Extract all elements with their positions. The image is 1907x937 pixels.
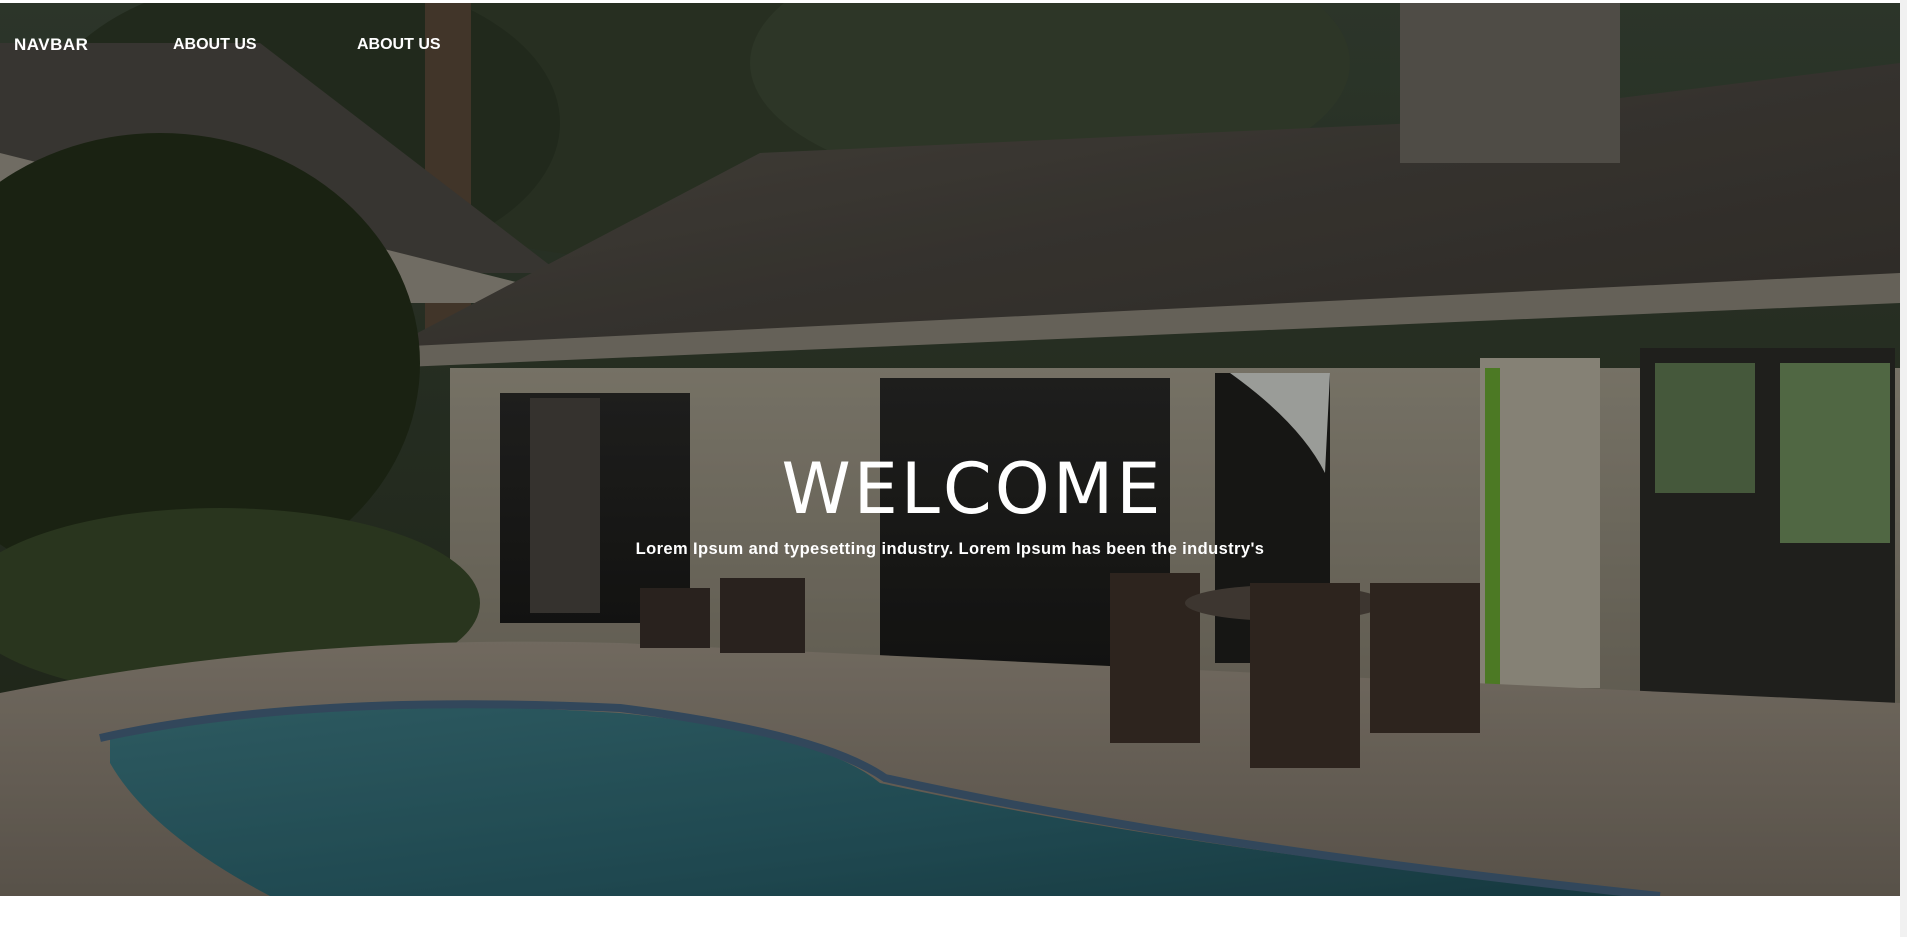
hero-section: NAVBAR ABOUT US ABOUT US WELCOME Lorem I…	[0, 3, 1900, 896]
nav-link-about-us[interactable]: ABOUT US	[173, 36, 257, 54]
nav-link-about-us-2[interactable]: ABOUT US	[357, 36, 441, 54]
navbar-brand[interactable]: NAVBAR	[14, 35, 88, 55]
hero-title: WELCOME	[781, 448, 1164, 530]
hero-subtitle: Lorem Ipsum and typesetting industry. Lo…	[635, 540, 1265, 558]
page-scrollbar[interactable]	[1900, 0, 1907, 937]
navbar: NAVBAR ABOUT US ABOUT US	[0, 3, 1900, 89]
